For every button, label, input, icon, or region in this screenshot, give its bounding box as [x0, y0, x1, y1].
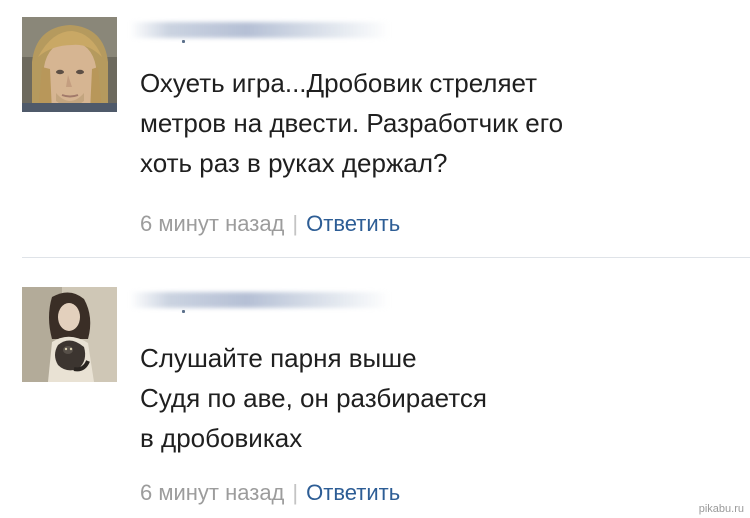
comment-line: Охуеть игра...Дробовик стреляет — [140, 68, 538, 98]
author-name-blurred[interactable] — [130, 22, 390, 43]
comment-line: Судя по аве, он разбирается — [140, 383, 487, 413]
avatar-girl-with-cat-icon — [22, 287, 117, 382]
author-name-blurred[interactable] — [130, 292, 390, 313]
meta-separator: | — [292, 211, 299, 236]
comment-line: в дробовиках — [140, 423, 303, 453]
avatar-portrait-icon — [22, 17, 117, 112]
avatar[interactable] — [22, 17, 117, 112]
comment: Охуеть игра...Дробовик стреляет метров н… — [0, 0, 750, 258]
comment-line: метров на двести. Разработчик его — [140, 108, 564, 138]
comment-meta: 6 минут назад | Ответить — [140, 480, 400, 506]
comment-text: Слушайте парня выше Судя по аве, он разб… — [140, 338, 720, 458]
timestamp[interactable]: 6 минут назад — [140, 211, 284, 236]
comment-line: хоть раз в руках держал? — [140, 148, 448, 178]
timestamp[interactable]: 6 минут назад — [140, 480, 284, 505]
avatar[interactable] — [22, 287, 117, 382]
meta-separator: | — [292, 480, 299, 505]
watermark: pikabu.ru — [698, 503, 744, 515]
divider — [22, 257, 750, 258]
comment-meta: 6 минут назад | Ответить — [140, 211, 400, 237]
comment-text: Охуеть игра...Дробовик стреляет метров н… — [140, 63, 720, 183]
comment-line: Слушайте парня выше — [140, 343, 417, 373]
reply-link[interactable]: Ответить — [306, 480, 400, 505]
reply-link[interactable]: Ответить — [306, 211, 400, 236]
